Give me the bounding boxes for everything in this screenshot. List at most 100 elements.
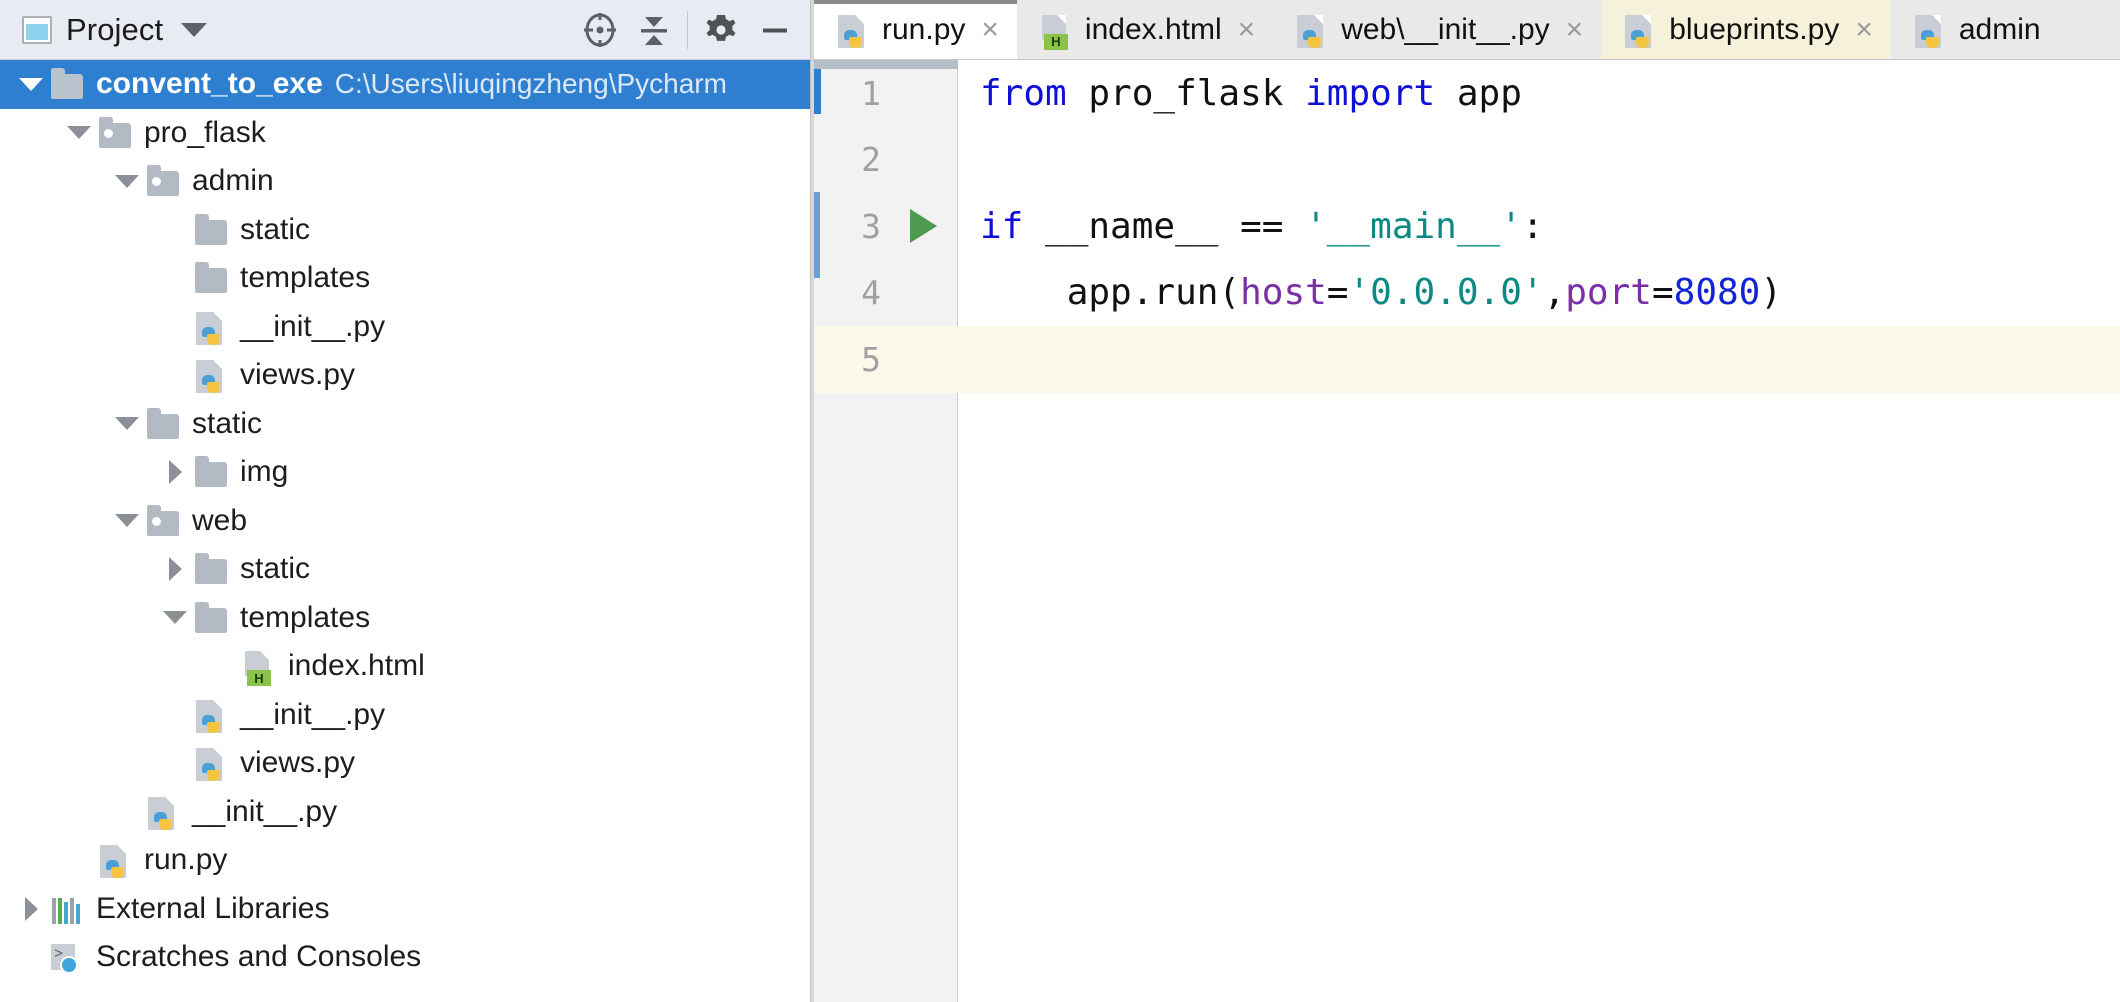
run-triangle-icon[interactable] xyxy=(910,209,937,243)
close-icon[interactable]: × xyxy=(1564,15,1586,45)
chevron-right-icon[interactable] xyxy=(14,885,48,933)
tree-row[interactable]: pro_flask xyxy=(0,109,810,158)
tree-row[interactable]: run.py xyxy=(0,836,810,885)
tree-row-label: templates xyxy=(240,603,370,633)
folder-source-icon xyxy=(96,114,134,152)
code-text: app.run(host='0.0.0.0',port=8080) xyxy=(958,272,2120,313)
code-token: : xyxy=(1522,206,1544,247)
python-file-icon xyxy=(834,11,868,49)
tree-twisty-placeholder xyxy=(158,206,192,254)
collapse-all-icon xyxy=(634,10,674,50)
folder-icon xyxy=(192,550,230,588)
tree-row-label: Scratches and Consoles xyxy=(96,942,421,972)
chevron-down-icon[interactable] xyxy=(110,157,144,205)
chevron-right-icon[interactable] xyxy=(158,545,192,593)
code-line[interactable]: 5 xyxy=(814,326,2120,393)
tree-row-label: static xyxy=(192,409,262,439)
line-number: 5 xyxy=(814,340,958,379)
code-token: = xyxy=(1327,272,1349,313)
editor-tab-bar[interactable]: run.py×Hindex.html×web\__init__.py×bluep… xyxy=(814,0,2120,60)
tree-row-label: convent_to_exe xyxy=(96,69,323,99)
code-token: import xyxy=(1305,73,1435,114)
editor-tab[interactable]: admin xyxy=(1891,0,2057,59)
chevron-down-icon[interactable] xyxy=(181,23,207,37)
code-token: from xyxy=(980,73,1067,114)
chevron-down-icon[interactable] xyxy=(62,109,96,157)
python-file-icon xyxy=(1621,11,1655,49)
pycharm-window: Project xyxy=(0,0,2120,1002)
html-file-icon: H xyxy=(240,647,278,685)
code-token: host xyxy=(1240,272,1327,313)
python-file-icon xyxy=(1911,11,1945,49)
code-line[interactable]: 2 xyxy=(814,127,2120,194)
tree-row[interactable]: views.py xyxy=(0,739,810,788)
editor-tab[interactable]: Hindex.html× xyxy=(1017,0,1273,59)
close-icon[interactable]: × xyxy=(979,15,1001,45)
gutter-top-scroll-indicator[interactable] xyxy=(814,60,958,69)
chevron-down-icon[interactable] xyxy=(14,60,48,108)
python-file-icon xyxy=(192,308,230,346)
code-token: if xyxy=(980,206,1023,247)
project-tree[interactable]: convent_to_exeC:\Users\liuqingzheng\Pych… xyxy=(0,60,810,1002)
select-opened-file-button[interactable] xyxy=(573,3,627,57)
tree-row[interactable]: External Libraries xyxy=(0,885,810,934)
code-line[interactable]: 1from pro_flask import app xyxy=(814,60,2120,127)
tree-twisty-placeholder xyxy=(158,739,192,787)
tree-row[interactable]: admin xyxy=(0,157,810,206)
close-icon[interactable]: × xyxy=(1853,15,1875,45)
code-token: '__main__' xyxy=(1305,206,1522,247)
tree-row-label: views.py xyxy=(240,360,355,390)
editor-tab[interactable]: blueprints.py × xyxy=(1601,0,1891,59)
code-lines[interactable]: 1from pro_flask import app23if __name__ … xyxy=(814,60,2120,1002)
code-line[interactable]: 3if __name__ == '__main__': xyxy=(814,193,2120,260)
tree-row[interactable]: __init__.py xyxy=(0,788,810,837)
project-tool-window: Project xyxy=(0,0,810,1002)
tree-row[interactable]: static xyxy=(0,545,810,594)
tree-row[interactable]: static xyxy=(0,400,810,449)
tree-row[interactable]: templates xyxy=(0,254,810,303)
editor-tab[interactable]: web\__init__.py× xyxy=(1273,0,1601,59)
tree-twisty-placeholder xyxy=(62,836,96,884)
tree-row[interactable]: __init__.py xyxy=(0,303,810,352)
tree-row[interactable]: views.py xyxy=(0,351,810,400)
chevron-down-icon[interactable] xyxy=(158,594,192,642)
tree-twisty-placeholder xyxy=(206,642,240,690)
tree-row[interactable]: > Scratches and Consoles xyxy=(0,933,810,982)
tree-row-label: External Libraries xyxy=(96,894,329,924)
tree-row[interactable]: img xyxy=(0,448,810,497)
folder-source-icon xyxy=(144,502,182,540)
tree-row-label: index.html xyxy=(288,651,425,681)
tree-row-label: admin xyxy=(192,166,274,196)
tree-row[interactable]: __init__.py xyxy=(0,691,810,740)
code-token: ) xyxy=(1760,272,1782,313)
code-editor[interactable]: 1from pro_flask import app23if __name__ … xyxy=(814,60,2120,1002)
hide-button[interactable] xyxy=(748,3,802,57)
project-toolbar: Project xyxy=(0,0,810,60)
tree-row[interactable]: templates xyxy=(0,594,810,643)
tree-row-label: static xyxy=(240,554,310,584)
code-text: if __name__ == '__main__': xyxy=(958,206,2120,247)
html-file-icon: H xyxy=(1037,11,1071,49)
editor-tab[interactable]: run.py× xyxy=(814,0,1017,59)
tree-row[interactable]: web xyxy=(0,497,810,546)
editor-tab-label: blueprints.py xyxy=(1669,13,1839,47)
folder-icon xyxy=(192,453,230,491)
tree-row[interactable]: Hindex.html xyxy=(0,642,810,691)
collapse-all-button[interactable] xyxy=(627,3,681,57)
folder-icon xyxy=(192,259,230,297)
scratches-icon: > xyxy=(48,938,86,976)
code-line[interactable]: 4 app.run(host='0.0.0.0',port=8080) xyxy=(814,260,2120,327)
chevron-down-icon[interactable] xyxy=(110,400,144,448)
code-token: __name__ == xyxy=(1023,206,1305,247)
close-icon[interactable]: × xyxy=(1236,15,1258,45)
tree-row[interactable]: convent_to_exeC:\Users\liuqingzheng\Pych… xyxy=(0,60,810,109)
toolbar-divider xyxy=(687,11,688,49)
line-number: 1 xyxy=(814,74,958,113)
chevron-down-icon[interactable] xyxy=(110,497,144,545)
tree-row-label: web xyxy=(192,506,247,536)
chevron-right-icon[interactable] xyxy=(158,448,192,496)
tree-row[interactable]: static xyxy=(0,206,810,255)
tree-row-label: __init__.py xyxy=(192,797,337,827)
settings-button[interactable] xyxy=(694,3,748,57)
python-file-icon xyxy=(192,696,230,734)
